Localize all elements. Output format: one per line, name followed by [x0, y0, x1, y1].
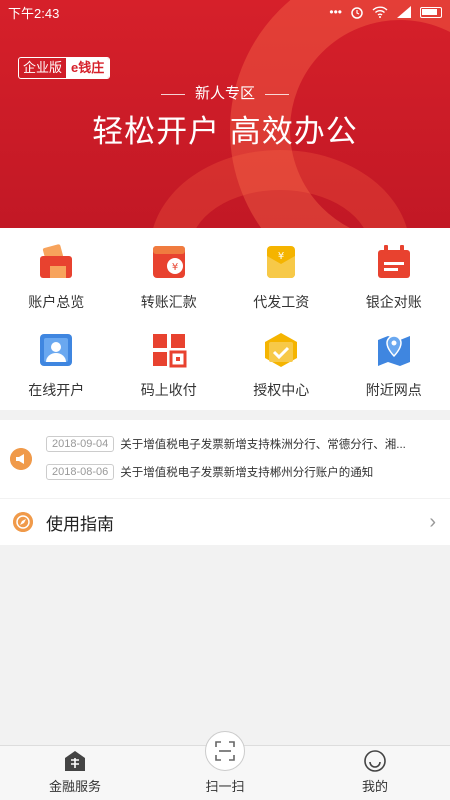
grid-item-transfer[interactable]: ¥ 转账汇款: [113, 236, 226, 324]
financial-services-icon: [65, 751, 85, 771]
hero-title: 轻松开户 高效办公: [92, 114, 358, 149]
hero-subtitle: 新人专区: [0, 82, 450, 103]
tab-label: 扫一扫: [205, 779, 245, 794]
notice-text: 关于增值税电子发票新增支持株洲分行、常德分行、湘...: [120, 439, 406, 451]
grid-item-label: 附近网点: [365, 382, 422, 398]
status-bar: 下午2:43 •••: [0, 0, 450, 24]
compass-icon: [13, 512, 33, 532]
smile-icon: [364, 750, 386, 772]
grid-item-label: 转账汇款: [140, 294, 197, 310]
grid-item-label: 代发工资: [253, 294, 310, 310]
nearby-branch-icon: [377, 335, 410, 366]
grid-item-label: 在线开户: [28, 382, 85, 398]
divider: [160, 93, 185, 95]
authorization-icon: [265, 333, 298, 367]
payroll-icon: ¥: [267, 246, 296, 278]
user-guide-row[interactable]: 使用指南 ›: [0, 499, 450, 545]
notice-date: 2018-09-04: [46, 436, 115, 452]
grid-item-qr-pay[interactable]: 码上收付: [113, 324, 226, 412]
dots-icon: •••: [329, 5, 342, 19]
tab-label: 金融服务: [48, 779, 101, 794]
divider: [265, 93, 289, 95]
account-overview-icon: [40, 244, 73, 278]
notice-text: 关于增值税电子发票新增支持郴州分行账户的通知: [120, 467, 374, 479]
grid-item-label: 授权中心: [253, 382, 310, 398]
grid-item-label: 码上收付: [140, 382, 197, 398]
svg-text:¥: ¥: [278, 251, 284, 262]
qr-pay-icon: [152, 334, 187, 368]
grid-item-authorization[interactable]: 授权中心: [225, 324, 338, 412]
tab-mine[interactable]: 我的: [300, 746, 450, 800]
scan-icon: [215, 741, 235, 761]
app-logo: 企业版 e钱庄: [18, 57, 111, 79]
grid-item-reconciliation[interactable]: 银企对账: [338, 236, 450, 324]
chevron-right-icon: ›: [429, 510, 436, 533]
hero-subtitle-text: 新人专区: [194, 85, 255, 102]
grid-item-online-account[interactable]: 在线开户: [0, 324, 113, 412]
logo-edition: 企业版: [23, 60, 63, 75]
signal-icon: [397, 6, 411, 18]
grid-item-nearby-branch[interactable]: 附近网点: [338, 324, 450, 412]
reconciliation-icon: [377, 245, 410, 278]
grid-item-label: 账户总览: [28, 294, 85, 310]
transfer-icon: ¥: [152, 246, 185, 278]
grid-item-label: 银企对账: [365, 294, 422, 310]
announcement-icon: [10, 448, 32, 470]
grid-item-payroll[interactable]: ¥ 代发工资: [225, 236, 338, 324]
notice-panel[interactable]: 2018-09-04 关于增值税电子发票新增支持株洲分行、常德分行、湘... 2…: [0, 420, 450, 498]
function-grid: 账户总览 ¥ 转账汇款 ¥ 代发工资 银企对账 在线开户 码上收付 授权中心 附…: [0, 228, 450, 410]
user-guide-label: 使用指南: [46, 514, 114, 534]
online-account-icon: [40, 334, 73, 366]
status-time: 下午2:43: [8, 5, 60, 21]
notice-date: 2018-08-06: [46, 464, 115, 480]
grid-item-account-overview[interactable]: 账户总览: [0, 236, 113, 324]
wifi-icon: [372, 6, 388, 18]
tab-financial-services[interactable]: 金融服务: [0, 746, 150, 800]
notice-item[interactable]: 2018-09-04 关于增值税电子发票新增支持株洲分行、常德分行、湘...: [46, 436, 406, 452]
alarm-icon: [351, 7, 363, 19]
notice-item[interactable]: 2018-08-06 关于增值税电子发票新增支持郴州分行账户的通知: [46, 464, 373, 480]
scan-button[interactable]: [205, 731, 245, 771]
logo-brand: e钱庄: [66, 58, 110, 78]
svg-text:¥: ¥: [172, 262, 178, 273]
tab-label: 我的: [361, 779, 388, 794]
battery-icon: [420, 6, 442, 18]
